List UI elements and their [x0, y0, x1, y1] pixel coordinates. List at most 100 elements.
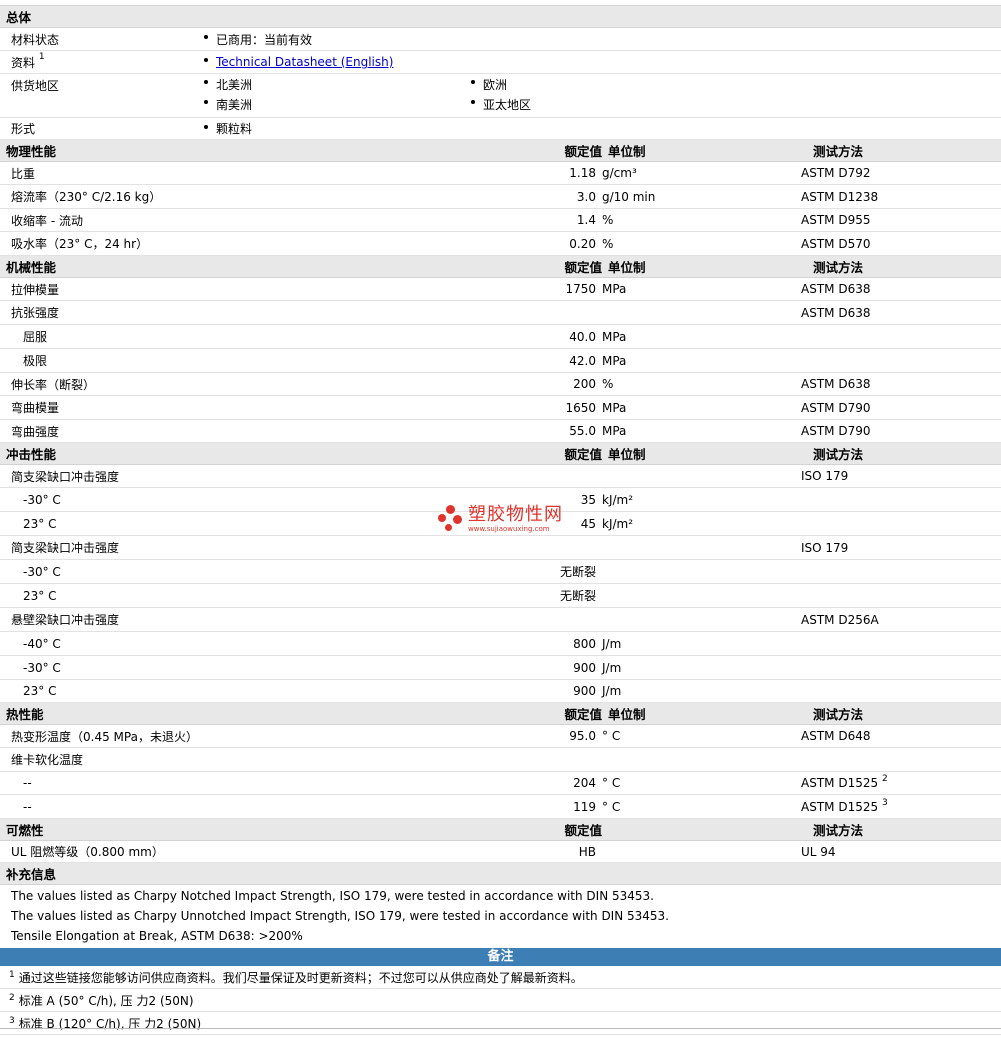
property-label: -30° C — [23, 564, 61, 579]
region-item: 北美洲 — [216, 77, 253, 92]
footnote-ref: 2 — [881, 774, 888, 784]
property-row: 比重 1.18 g/cm³ ASTM D792 — [0, 162, 1001, 185]
property-test-method: ASTM D638 — [801, 306, 1001, 320]
property-row: 维卡软化温度 — [0, 748, 1001, 772]
property-row: -30° C 900 J/m — [0, 656, 1001, 680]
property-value: 1.4 — [576, 213, 596, 227]
property-value: 40.0 — [569, 329, 596, 344]
test-method-text: ASTM D638 — [801, 377, 871, 391]
property-unit: MPa — [602, 424, 627, 438]
test-method-text: ASTM D1525 — [801, 799, 879, 814]
remark-number: 2 — [9, 993, 15, 1003]
property-value: 900 — [573, 660, 596, 675]
property-unit: J/m — [602, 660, 622, 675]
header-unit: 单位制 — [608, 144, 646, 159]
thermal-rows: 热变形温度（0.45 MPa，未退火） 95.0 ° C ASTM D648 维卡软化温… — [0, 725, 1001, 819]
property-label: -- — [23, 799, 32, 814]
property-row: 简支梁缺口冲击强度 ISO 179 — [0, 465, 1001, 488]
property-value: 900 — [573, 684, 596, 698]
property-label: -- — [23, 776, 32, 790]
property-value: 无断裂 — [559, 565, 596, 579]
property-value: 0.20 — [569, 236, 596, 251]
technical-datasheet-link[interactable]: Technical Datasheet (English) — [216, 55, 393, 69]
test-method-text: ASTM D1238 — [801, 189, 879, 204]
remark-note: 2 标准 A (50° C/h), 压 力2 (50N) — [0, 989, 1001, 1012]
property-test-method: ISO 179 — [801, 541, 1001, 555]
test-method-text: ASTM D790 — [801, 400, 871, 415]
section-flammability-header: 可燃性 额定值 测试方法 — [0, 819, 1001, 841]
section-title: 总体 — [6, 10, 32, 25]
property-value: 1750 — [565, 282, 596, 296]
property-label: 简支梁缺口冲击强度 — [11, 541, 120, 555]
docs-label: 资料 1 — [11, 52, 45, 70]
section-title: 热性能 — [6, 707, 44, 722]
remarks-notes: 1 通过这些链接您能够访问供应商资料。我们尽量保证及时更新资料；不过您可以从供应商… — [0, 966, 1001, 1035]
row-material-status: 材料状态 已商用：当前有效 — [0, 28, 1001, 51]
section-title: 冲击性能 — [6, 447, 57, 462]
remark-number: 3 — [9, 1016, 15, 1026]
property-unit: g/cm³ — [602, 166, 637, 180]
property-test-method: ASTM D570 — [801, 237, 1001, 251]
property-row: 弯曲强度 55.0 MPa ASTM D790 — [0, 420, 1001, 443]
bullet-icon — [204, 100, 208, 104]
property-test-method: ASTM D792 — [801, 166, 1001, 180]
property-unit: ° C — [602, 799, 621, 814]
section-general-header: 总体 — [0, 6, 1001, 28]
header-nominal: 额定值 — [564, 823, 602, 838]
physical-rows: 比重 1.18 g/cm³ ASTM D792 熔流率（230° C/2.16 kg） 3… — [0, 162, 1001, 256]
property-unit: ° C — [602, 729, 621, 743]
property-test-method: UL 94 — [801, 845, 1001, 859]
property-label: 抗张强度 — [11, 306, 60, 320]
test-method-text: ASTM D570 — [801, 236, 871, 251]
property-row: 伸长率（断裂） 200% ASTM D638 — [0, 373, 1001, 396]
property-label: 悬壁梁缺口冲击强度 — [11, 613, 120, 627]
test-method-text: ISO 179 — [801, 469, 849, 483]
header-nominal: 额定值 — [564, 260, 602, 275]
property-value: 无断裂 — [559, 589, 596, 603]
property-label: -40° C — [23, 636, 61, 651]
property-label: 极限 — [23, 354, 48, 368]
watermark-logo: 塑胶物性网 www.sujiaowuxing.com — [438, 505, 563, 533]
header-test: 测试方法 — [813, 447, 864, 462]
property-unit: J/m — [602, 636, 622, 651]
property-row: 简支梁缺口冲击强度 ISO 179 — [0, 536, 1001, 560]
property-value: 800 — [573, 636, 596, 651]
header-unit: 单位制 — [608, 260, 646, 275]
property-value: 42.0 — [569, 353, 596, 368]
test-method-text: ASTM D256A — [801, 612, 879, 627]
property-row: 弯曲模量 1650 MPa ASTM D790 — [0, 396, 1001, 420]
property-label: 收缩率 - 流动 — [11, 213, 83, 228]
property-value: 3.0 — [576, 189, 596, 204]
section-physical-header: 物理性能 额定值 单位制 测试方法 — [0, 140, 1001, 162]
property-row: 悬壁梁缺口冲击强度 ASTM D256A — [0, 608, 1001, 632]
test-method-text: ASTM D638 — [801, 305, 871, 320]
property-label: 拉伸模量 — [11, 282, 60, 297]
test-method-text: ASTM D638 — [801, 282, 871, 296]
property-label: 比重 — [11, 166, 36, 181]
property-label: 熔流率（230° C/2.16 kg） — [11, 190, 162, 204]
property-unit: kJ/m² — [602, 492, 634, 507]
test-method-text: ASTM D792 — [801, 166, 871, 180]
property-row: 热变形温度（0.45 MPa，未退火） 95.0 ° C ASTM D648 — [0, 725, 1001, 748]
property-label: 屈服 — [23, 330, 48, 344]
property-row: -- 119 ° C ASTM D1525 3 — [0, 795, 1001, 819]
status-label: 材料状态 — [11, 33, 60, 47]
property-unit: g/10 min — [602, 189, 656, 204]
test-method-text: ISO 179 — [801, 540, 849, 555]
header-nominal: 额定值 — [564, 447, 602, 462]
regions-label: 供货地区 — [11, 79, 60, 93]
bottom-divider — [0, 1028, 1001, 1043]
property-row: -40° C 800 J/m — [0, 632, 1001, 656]
region-item: 南美洲 — [216, 97, 253, 112]
property-label: 维卡软化温度 — [11, 753, 84, 767]
remarks-header: 备注 — [0, 948, 1001, 966]
property-value: 204 — [573, 776, 596, 790]
header-unit: 单位制 — [608, 707, 646, 722]
property-row: -30° C 无断裂 — [0, 560, 1001, 584]
property-unit: J/m — [602, 684, 622, 698]
remark-note: 1 通过这些链接您能够访问供应商资料。我们尽量保证及时更新资料；不过您可以从供应商… — [0, 966, 1001, 989]
property-unit: % — [602, 236, 614, 251]
property-unit: MPa — [602, 353, 627, 368]
section-impact-header: 冲击性能 额定值 单位制 测试方法 — [0, 443, 1001, 465]
mechanical-rows: 拉伸模量 1750 MPa ASTM D638 抗张强度 ASTM D638 屈服 40.0 M… — [0, 278, 1001, 443]
